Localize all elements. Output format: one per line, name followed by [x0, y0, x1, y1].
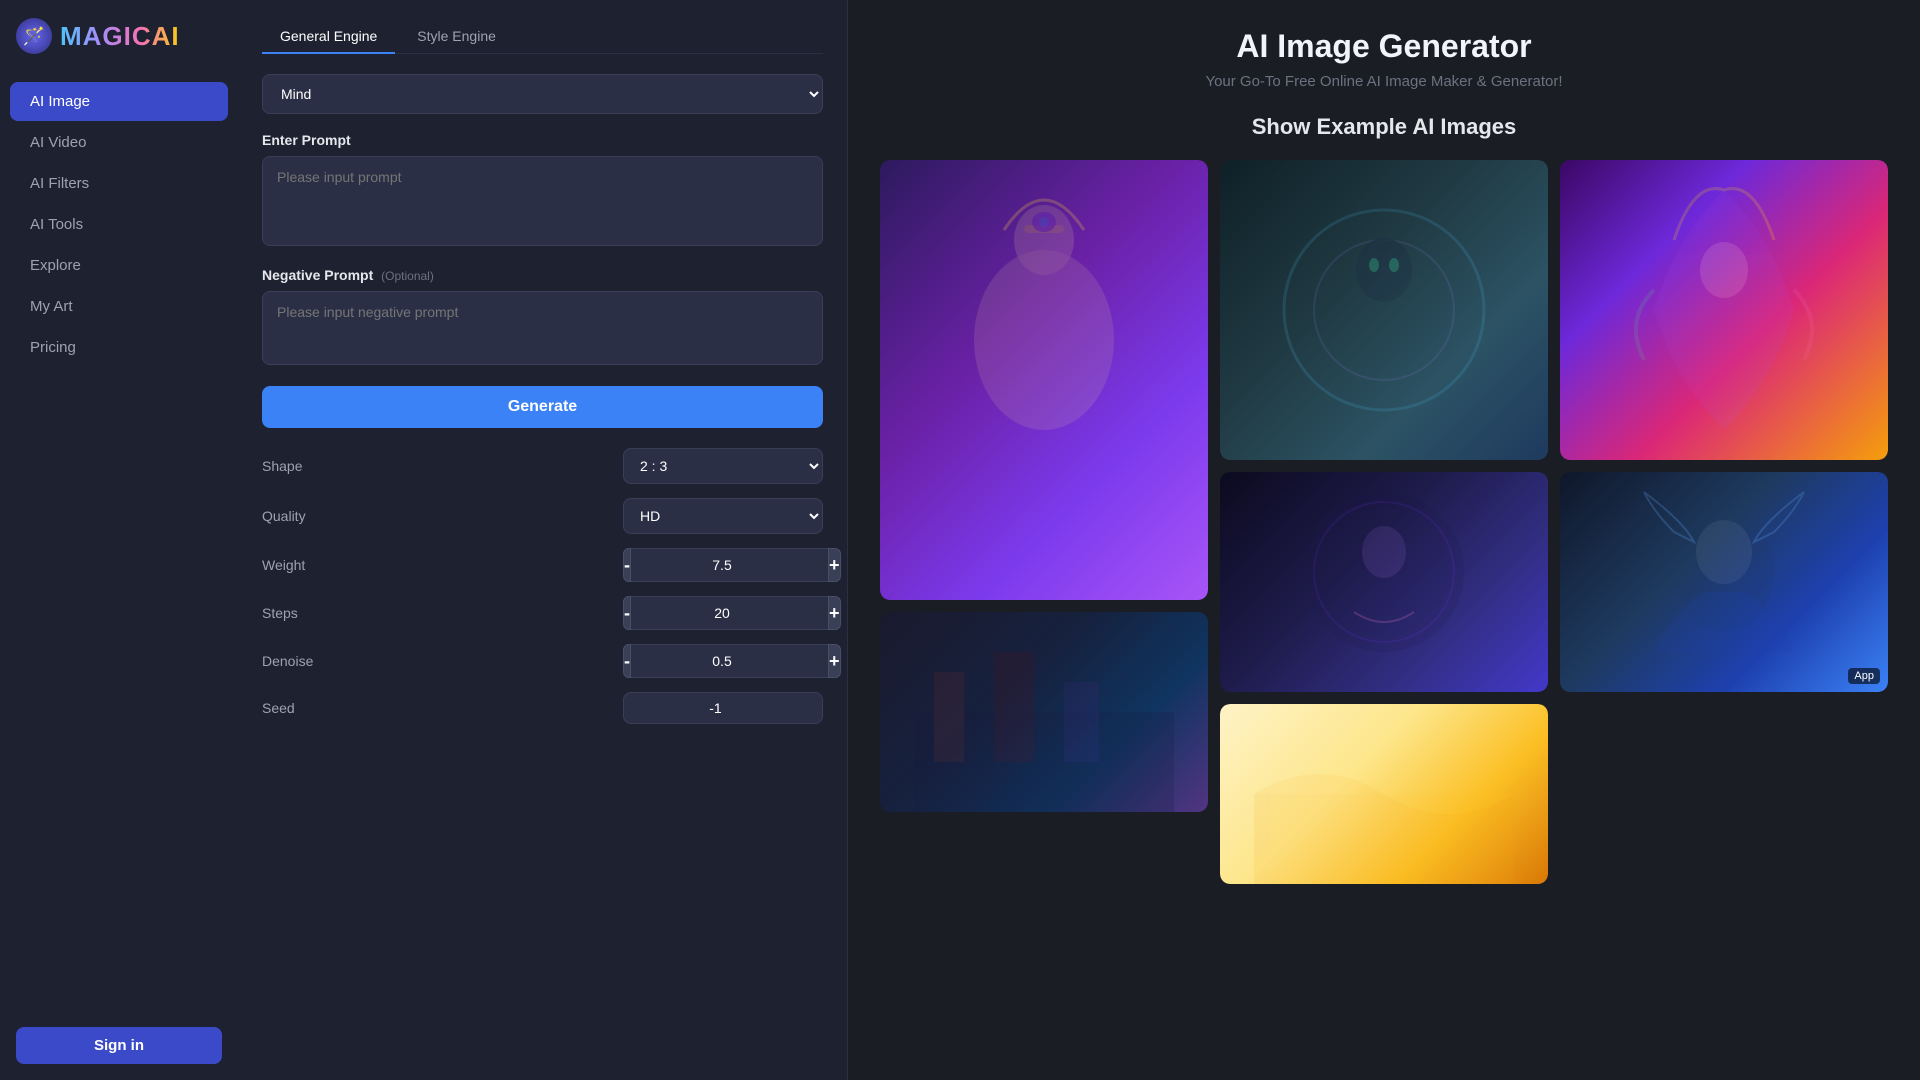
gallery-item-anime-colorful[interactable] [1560, 160, 1888, 460]
steps-setting: Steps - + [262, 596, 823, 630]
sidebar-item-label: Explore [30, 257, 81, 274]
gallery-item-queen[interactable] [880, 160, 1208, 600]
logo-area: 🪄 MAGICAI [0, 0, 238, 72]
weight-plus-button[interactable]: + [828, 548, 841, 582]
gallery-item-moon-girl[interactable] [1220, 472, 1548, 692]
seed-setting: Seed [262, 692, 823, 724]
tab-style-engine[interactable]: Style Engine [399, 20, 514, 54]
model-selector[interactable]: Mind [262, 74, 823, 114]
sidebar-item-ai-image[interactable]: AI Image [10, 82, 228, 121]
nav-list: AI Image AI Video AI Filters AI Tools Ex… [0, 72, 238, 1011]
gallery-item-bottom-left[interactable] [880, 612, 1208, 812]
denoise-setting: Denoise - + [262, 644, 823, 678]
seed-input[interactable] [623, 692, 823, 724]
app-badge: App [1848, 668, 1880, 684]
steps-input[interactable] [631, 596, 828, 630]
prompt-input[interactable] [262, 156, 823, 246]
shape-select[interactable]: 2 : 3 1 : 1 3 : 2 16 : 9 [623, 448, 823, 484]
denoise-plus-button[interactable]: + [828, 644, 841, 678]
gallery-section-title: Show Example AI Images [880, 114, 1888, 140]
sidebar-item-label: AI Filters [30, 175, 89, 192]
sidebar-item-pricing[interactable]: Pricing [10, 328, 228, 367]
sidebar-item-ai-video[interactable]: AI Video [10, 123, 228, 162]
weight-input[interactable] [631, 548, 828, 582]
tab-bar: General Engine Style Engine [262, 20, 823, 54]
enter-prompt-label: Enter Prompt [262, 132, 823, 148]
sidebar-item-label: My Art [30, 298, 73, 315]
sign-in-button[interactable]: Sign in [16, 1027, 222, 1064]
sidebar-item-label: AI Image [30, 93, 90, 110]
shape-setting: Shape 2 : 3 1 : 1 3 : 2 16 : 9 [262, 448, 823, 484]
sidebar-item-my-art[interactable]: My Art [10, 287, 228, 326]
logo-text: MAGICAI [60, 21, 180, 52]
weight-minus-button[interactable]: - [623, 548, 631, 582]
steps-control: - + [623, 596, 823, 630]
sidebar: 🪄 MAGICAI AI Image AI Video AI Filters A… [0, 0, 238, 1080]
seed-label: Seed [262, 700, 342, 716]
shape-label: Shape [262, 458, 342, 474]
gallery-title: AI Image Generator [880, 28, 1888, 65]
gallery-item-wizard[interactable]: App [1560, 472, 1888, 692]
signin-area: Sign in [0, 1011, 238, 1080]
negative-prompt-input[interactable] [262, 291, 823, 365]
denoise-label: Denoise [262, 653, 342, 669]
tab-general-engine[interactable]: General Engine [262, 20, 395, 54]
denoise-minus-button[interactable]: - [623, 644, 631, 678]
gallery-item-bottom-mid[interactable] [1220, 704, 1548, 884]
center-panel: General Engine Style Engine Mind Enter P… [238, 0, 848, 1080]
steps-plus-button[interactable]: + [828, 596, 841, 630]
denoise-input[interactable] [631, 644, 828, 678]
weight-control: - + [623, 548, 823, 582]
sidebar-item-label: Pricing [30, 339, 76, 356]
gallery-header: AI Image Generator Your Go-To Free Onlin… [880, 28, 1888, 90]
sidebar-item-label: AI Video [30, 134, 86, 151]
gallery-item-anime-circle[interactable] [1220, 160, 1548, 460]
generate-button[interactable]: Generate [262, 386, 823, 428]
weight-setting: Weight - + [262, 548, 823, 582]
quality-label: Quality [262, 508, 342, 524]
quality-select[interactable]: HD SD Full HD [623, 498, 823, 534]
quality-setting: Quality HD SD Full HD [262, 498, 823, 534]
gallery-subtitle: Your Go-To Free Online AI Image Maker & … [880, 73, 1888, 90]
steps-minus-button[interactable]: - [623, 596, 631, 630]
sidebar-item-ai-tools[interactable]: AI Tools [10, 205, 228, 244]
sidebar-item-ai-filters[interactable]: AI Filters [10, 164, 228, 203]
logo-icon: 🪄 [16, 18, 52, 54]
gallery-panel: AI Image Generator Your Go-To Free Onlin… [848, 0, 1920, 1080]
weight-label: Weight [262, 557, 342, 573]
negative-prompt-label: Negative Prompt (Optional) [262, 267, 823, 283]
gallery-grid: App [880, 160, 1888, 884]
sidebar-item-explore[interactable]: Explore [10, 246, 228, 285]
denoise-control: - + [623, 644, 823, 678]
steps-label: Steps [262, 605, 342, 621]
sidebar-item-label: AI Tools [30, 216, 83, 233]
